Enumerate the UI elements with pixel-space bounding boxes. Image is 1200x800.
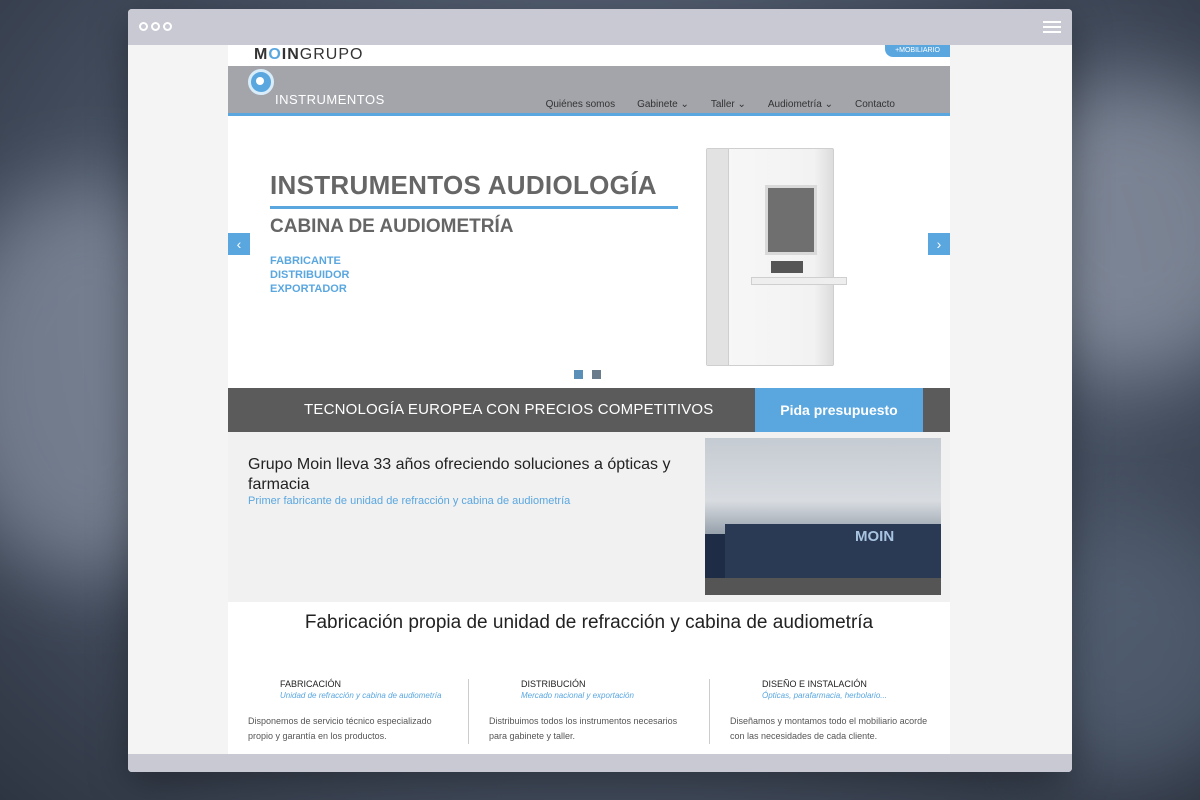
- slider-pagination: [574, 370, 601, 379]
- feature-tag: Ópticas, parafarmacia, herbolario...: [762, 691, 887, 700]
- logo-letter: O: [268, 46, 282, 63]
- feature-heading: DISEÑO E INSTALACIÓN: [762, 679, 867, 689]
- browser-window: MOINGRUPO +MOBILIARIO INSTRUMENTOS Quién…: [128, 9, 1072, 772]
- slider-dot[interactable]: [592, 370, 601, 379]
- logo-letter: IN: [281, 46, 300, 63]
- intro-section: Grupo Moin lleva 33 años ofreciendo solu…: [228, 432, 950, 602]
- hero-subtitle: CABINA DE AUDIOMETRÍA: [270, 216, 514, 237]
- top-strip: MOINGRUPO +MOBILIARIO: [228, 45, 950, 66]
- promo-banner: TECNOLOGÍA EUROPEA CON PRECIOS COMPETITI…: [228, 388, 950, 432]
- building-sign: MOIN: [855, 528, 895, 545]
- slider-dot[interactable]: [574, 370, 583, 379]
- web-page: MOINGRUPO +MOBILIARIO INSTRUMENTOS Quién…: [228, 45, 950, 754]
- brand-logo-icon[interactable]: [248, 69, 274, 95]
- intro-subtitle: Primer fabricante de unidad de refracció…: [248, 495, 571, 507]
- brand-text[interactable]: INSTRUMENTOS: [275, 92, 385, 107]
- slider-next-button[interactable]: ›: [928, 233, 950, 255]
- hero-slider: ‹ › INSTRUMENTOS AUDIOLOGÍA CABINA DE AU…: [228, 116, 950, 388]
- feature-fabricacion: FABRICACIÓN Unidad de refracción y cabin…: [228, 679, 468, 744]
- hero-list-item: FABRICANTE: [270, 255, 341, 267]
- main-nav: Quiénes somos Gabinete ⌄ Taller ⌄ Audiom…: [546, 99, 895, 110]
- nav-audiometria[interactable]: Audiometría ⌄: [768, 99, 833, 110]
- hero-underline: [270, 206, 678, 209]
- feature-text: Distribuimos todos los instrumentos nece…: [489, 716, 678, 741]
- nav-quienes-somos[interactable]: Quiénes somos: [546, 99, 615, 110]
- nav-contacto[interactable]: Contacto: [855, 99, 895, 110]
- hero-title: INSTRUMENTOS AUDIOLOGÍA: [270, 170, 657, 200]
- navbar: INSTRUMENTOS Quiénes somos Gabinete ⌄ Ta…: [228, 66, 950, 116]
- logo-letter: M: [254, 46, 269, 63]
- nav-gabinete[interactable]: Gabinete ⌄: [637, 99, 689, 110]
- window-dot-icon[interactable]: [163, 22, 172, 31]
- mobiliario-button[interactable]: +MOBILIARIO: [885, 45, 950, 57]
- hero-list: FABRICANTE DISTRIBUIDOR EXPORTADOR: [270, 254, 349, 296]
- hamburger-icon[interactable]: [1043, 21, 1061, 36]
- audiometry-cabin-image: [706, 148, 847, 366]
- banner-text: TECNOLOGÍA EUROPEA CON PRECIOS COMPETITI…: [304, 401, 714, 418]
- features-title: Fabricación propia de unidad de refracci…: [304, 612, 874, 633]
- window-bottombar: [128, 754, 1072, 772]
- hero-list-item: EXPORTADOR: [270, 283, 347, 295]
- logo-word: GRUPO: [299, 46, 364, 63]
- feature-tag: Unidad de refracción y cabina de audiome…: [280, 691, 442, 700]
- intro-title: Grupo Moin lleva 33 años ofreciendo solu…: [248, 456, 671, 493]
- feature-diseno: DISEÑO E INSTALACIÓN Ópticas, parafarmac…: [709, 679, 950, 744]
- feature-tag: Mercado nacional y exportación: [521, 691, 634, 700]
- feature-text: Diseñamos y montamos todo el mobiliario …: [730, 716, 928, 741]
- slider-prev-button[interactable]: ‹: [228, 233, 250, 255]
- logo[interactable]: MOINGRUPO: [254, 46, 363, 64]
- window-controls[interactable]: [139, 22, 172, 31]
- window-titlebar: [128, 9, 1072, 45]
- hero-list-item: DISTRIBUIDOR: [270, 269, 350, 281]
- features-columns: FABRICACIÓN Unidad de refracción y cabin…: [228, 679, 950, 744]
- window-dot-icon[interactable]: [139, 22, 148, 31]
- building-photo: MOIN: [705, 438, 941, 595]
- feature-distribucion: DISTRIBUCIÓN Mercado nacional y exportac…: [468, 679, 709, 744]
- feature-heading: DISTRIBUCIÓN: [521, 679, 586, 689]
- window-dot-icon[interactable]: [151, 22, 160, 31]
- nav-taller[interactable]: Taller ⌄: [711, 99, 746, 110]
- feature-text: Disponemos de servicio técnico especiali…: [248, 716, 432, 741]
- quote-button[interactable]: Pida presupuesto: [755, 388, 923, 432]
- feature-heading: FABRICACIÓN: [280, 679, 342, 689]
